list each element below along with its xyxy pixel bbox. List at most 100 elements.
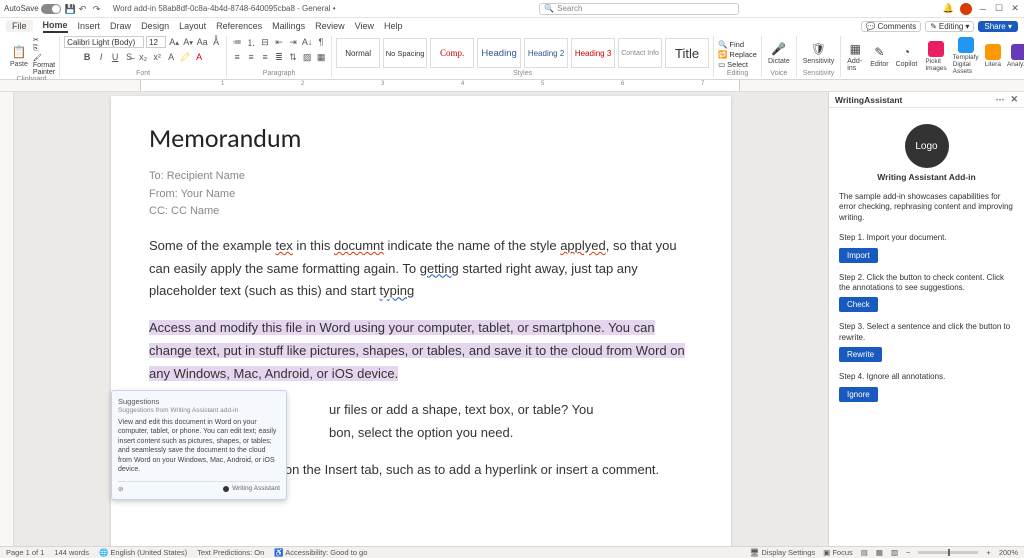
doc-title[interactable]: Memorandum [149,122,693,154]
dictate-button[interactable]: 🎤Dictate [766,40,792,66]
bold-icon[interactable]: B [81,51,93,63]
status-words[interactable]: 144 words [54,548,89,557]
doc-paragraph-1[interactable]: Some of the example tex in this documnt … [149,235,693,303]
editing-mode-button[interactable]: ✎ Editing ▾ [925,21,974,32]
search-box[interactable]: 🔍 Search [539,3,739,15]
sensitivity-button[interactable]: 🛡Sensitivity [801,40,837,66]
error-getting[interactable]: getting [420,261,459,276]
tab-layout[interactable]: Layout [179,21,206,31]
numbering-icon[interactable]: ⒈ [245,36,257,48]
editor-button[interactable]: ✎Editor [868,43,890,69]
decrease-indent-icon[interactable]: ⇤ [273,36,285,48]
error-typing[interactable]: typing [380,283,415,298]
style-heading-2[interactable]: Heading 2 [524,38,568,68]
error-documnt[interactable]: documnt [334,238,384,253]
check-button[interactable]: Check [839,297,878,312]
subscript-icon[interactable]: x₂ [137,51,149,63]
zoom-level[interactable]: 200% [999,548,1018,557]
copilot-button[interactable]: ◔Copilot [894,43,920,69]
zoom-out-icon[interactable]: − [906,548,910,557]
copy-button[interactable]: ⎘ [33,45,55,53]
line-spacing-icon[interactable]: ⇅ [287,51,299,63]
notification-icon[interactable]: 🔔 [943,3,954,14]
bullets-icon[interactable]: ≔ [231,36,243,48]
addin-templafy-digital-assets[interactable]: Templafy Digital Assets [950,36,982,76]
highlight-icon[interactable]: 🖍 [179,51,191,63]
vertical-ruler[interactable] [0,92,14,546]
save-icon[interactable]: 💾 [65,4,75,14]
tab-design[interactable]: Design [141,21,169,31]
redo-icon[interactable]: ↷ [93,4,103,14]
horizontal-ruler[interactable]: 1234567 [0,80,1024,92]
tab-mailings[interactable]: Mailings [272,21,305,31]
zoom-slider[interactable] [918,551,978,554]
document-name[interactable]: Word add-in 58ab8df-0c8a-4b4d-8748-64009… [113,4,336,13]
tab-references[interactable]: References [216,21,262,31]
text-effects-icon[interactable]: A [165,51,177,63]
italic-icon[interactable]: I [95,51,107,63]
align-right-icon[interactable]: ≡ [259,51,271,63]
document-page[interactable]: Memorandum To: Recipient Name From: Your… [111,96,731,546]
multilevel-icon[interactable]: ⊟ [259,36,271,48]
change-case-icon[interactable]: Aa [196,36,208,48]
import-button[interactable]: Import [839,248,878,263]
panel-close-icon[interactable]: ✕ [1010,94,1018,105]
increase-font-icon[interactable]: A▴ [168,36,180,48]
show-marks-icon[interactable]: ¶ [315,36,327,48]
status-lang[interactable]: 🌐 English (United States) [99,548,187,557]
shading-icon[interactable]: ▨ [301,51,313,63]
style-contact-info[interactable]: Contact Info [618,38,662,68]
select-button[interactable]: ▭ Select [718,60,757,69]
close-icon[interactable]: ✕ [1010,4,1020,14]
status-page[interactable]: Page 1 of 1 [6,548,44,557]
user-avatar-icon[interactable] [960,3,972,15]
tab-draw[interactable]: Draw [110,21,131,31]
share-button[interactable]: Share ▾ [978,21,1018,32]
align-center-icon[interactable]: ≡ [245,51,257,63]
addin-analyze[interactable]: Analyze [1004,36,1024,76]
clear-format-icon[interactable]: Aͯ [210,36,222,48]
justify-icon[interactable]: ≣ [273,51,285,63]
tab-review[interactable]: Review [315,21,345,31]
style-heading-3[interactable]: Heading 3 [571,38,615,68]
status-display[interactable]: 🖥 Display Settings [750,548,815,557]
status-accessibility[interactable]: ♿ Accessibility: Good to go [274,548,367,557]
style-normal[interactable]: Normal [336,38,380,68]
borders-icon[interactable]: ▦ [315,51,327,63]
tab-insert[interactable]: Insert [78,21,101,31]
view-read-icon[interactable]: ▤ [861,548,868,557]
style-no-spacing[interactable]: No Spacing [383,38,427,68]
highlighted-selection[interactable]: Access and modify this file in Word usin… [149,320,685,381]
strike-icon[interactable]: S̶ [123,51,135,63]
zoom-in-icon[interactable]: + [986,548,990,557]
error-applyed[interactable]: applyed [560,238,606,253]
minimize-icon[interactable]: ─ [978,4,988,14]
style-heading[interactable]: Heading [477,38,521,68]
style-title[interactable]: Title [665,38,709,68]
decrease-font-icon[interactable]: A▾ [182,36,194,48]
tab-view[interactable]: View [355,21,374,31]
tab-home[interactable]: Home [43,20,68,33]
undo-icon[interactable]: ↶ [79,4,89,14]
suggestion-tooltip[interactable]: Suggestions Suggestions from Writing Ass… [111,390,287,500]
document-scroll[interactable]: Memorandum To: Recipient Name From: Your… [14,92,828,546]
rewrite-button[interactable]: Rewrite [839,347,882,362]
tooltip-dismiss-icon[interactable]: ⊘ [118,485,123,493]
view-print-icon[interactable]: ▦ [876,548,883,557]
font-name-select[interactable]: Calibri Light (Body) [64,36,144,48]
underline-icon[interactable]: U [109,51,121,63]
superscript-icon[interactable]: x² [151,51,163,63]
paste-button[interactable]: 📋Paste [8,43,30,69]
align-left-icon[interactable]: ≡ [231,51,243,63]
comments-button[interactable]: 💬 Comments [861,21,922,32]
panel-menu-icon[interactable]: ⋯ [995,94,1004,105]
maximize-icon[interactable]: ☐ [994,4,1004,14]
find-button[interactable]: 🔍 Find [718,40,757,49]
status-predictions[interactable]: Text Predictions: On [197,548,264,557]
replace-button[interactable]: 🔁 Replace [718,50,757,59]
autosave-toggle[interactable] [41,4,61,14]
ignore-button[interactable]: Ignore [839,387,878,402]
addin-litera[interactable]: Litera [982,36,1004,76]
view-web-icon[interactable]: ▧ [891,548,898,557]
increase-indent-icon[interactable]: ⇥ [287,36,299,48]
